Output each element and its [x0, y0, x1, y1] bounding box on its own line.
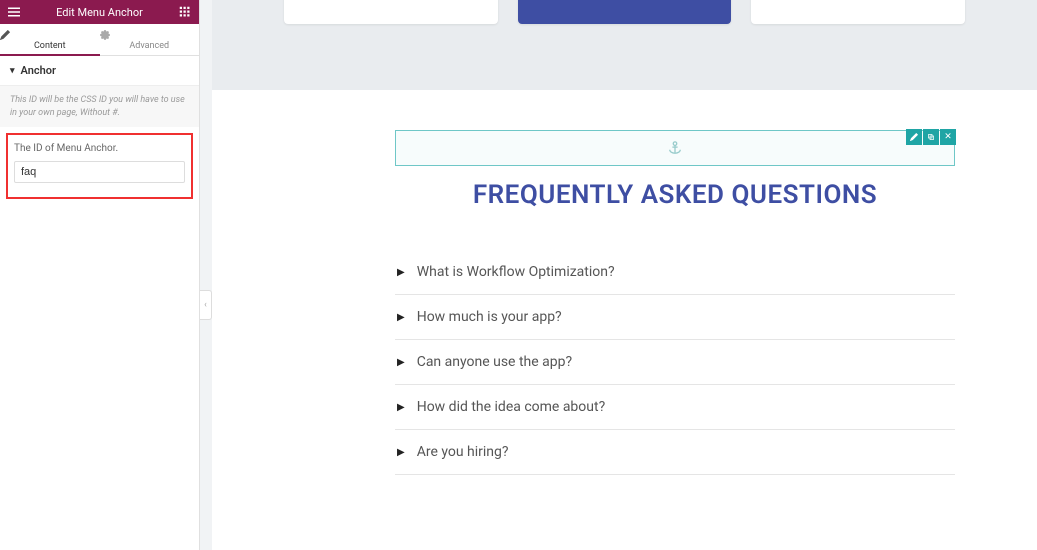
anchor-icon	[668, 141, 682, 155]
canvas-area: ✕ FREQUENTLY ASKED QUESTIONS ▶ What is W…	[212, 0, 1037, 550]
feature-card-2-highlighted[interactable]	[518, 0, 732, 24]
faq-item[interactable]: ▶ How much is your app?	[395, 295, 955, 340]
caret-right-icon: ▶	[397, 402, 405, 413]
anchor-id-field-highlight: The ID of Menu Anchor.	[6, 133, 193, 199]
gear-icon	[100, 30, 200, 40]
tab-content[interactable]: Content	[0, 24, 100, 55]
widget-edit-button[interactable]	[906, 129, 922, 145]
faq-item[interactable]: ▶ What is Workflow Optimization?	[395, 250, 955, 295]
faq-item-label: How much is your app?	[417, 309, 562, 325]
faq-item[interactable]: ▶ Can anyone use the app?	[395, 340, 955, 385]
feature-card-1[interactable]	[284, 0, 498, 24]
tab-advanced[interactable]: Advanced	[100, 24, 200, 55]
caret-right-icon: ▶	[397, 267, 405, 278]
menu-anchor-widget[interactable]: ✕	[395, 130, 955, 166]
faq-item-label: Are you hiring?	[417, 444, 509, 460]
section-hint-text: This ID will be the CSS ID you will have…	[0, 86, 199, 127]
menu-icon[interactable]	[6, 4, 22, 20]
chevron-left-icon: ‹	[204, 300, 207, 310]
caret-right-icon: ▶	[397, 447, 405, 458]
caret-right-icon: ▶	[397, 357, 405, 368]
widget-delete-button[interactable]: ✕	[940, 129, 956, 145]
anchor-id-field-label: The ID of Menu Anchor.	[14, 143, 185, 154]
sidebar-header: Edit Menu Anchor	[0, 0, 199, 24]
tab-advanced-label: Advanced	[129, 41, 169, 51]
widget-duplicate-button[interactable]	[923, 129, 939, 145]
sidebar-tabs: Content Advanced	[0, 24, 199, 56]
pencil-icon	[0, 30, 100, 40]
caret-down-icon: ▾	[10, 66, 15, 76]
editor-sidebar: Edit Menu Anchor Content Advanced ▾ Anch…	[0, 0, 200, 550]
feature-card-3[interactable]	[751, 0, 965, 24]
sidebar-title: Edit Menu Anchor	[22, 6, 177, 19]
top-cards-row	[212, 0, 1037, 24]
caret-right-icon: ▶	[397, 312, 405, 323]
apps-grid-icon[interactable]	[177, 4, 193, 20]
faq-item-label: What is Workflow Optimization?	[417, 264, 615, 280]
faq-section: ✕ FREQUENTLY ASKED QUESTIONS ▶ What is W…	[212, 90, 1037, 550]
anchor-id-input[interactable]	[14, 161, 185, 183]
widget-toolbar: ✕	[906, 129, 956, 145]
faq-heading: FREQUENTLY ASKED QUESTIONS	[395, 180, 955, 210]
section-anchor-header[interactable]: ▾ Anchor	[0, 56, 199, 86]
tab-content-label: Content	[34, 41, 66, 51]
faq-item-label: Can anyone use the app?	[417, 354, 572, 370]
sidebar-collapse-handle[interactable]: ‹	[200, 290, 212, 320]
faq-item[interactable]: ▶ Are you hiring?	[395, 430, 955, 475]
top-section-background	[212, 0, 1037, 90]
faq-item-label: How did the idea come about?	[417, 399, 606, 415]
faq-item[interactable]: ▶ How did the idea come about?	[395, 385, 955, 430]
section-anchor-title: Anchor	[21, 64, 56, 77]
